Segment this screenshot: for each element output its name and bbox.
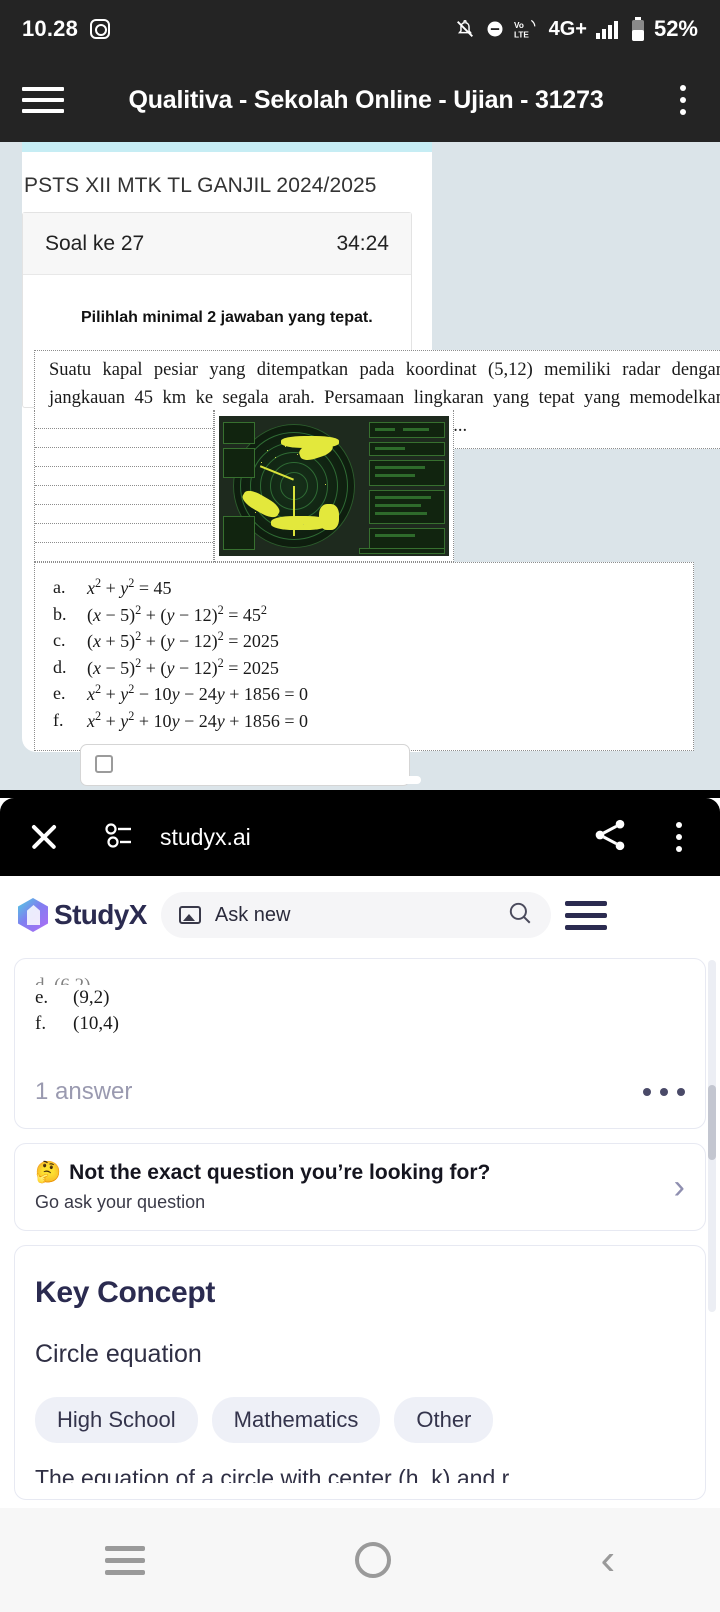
svg-text:LTE: LTE <box>514 31 529 40</box>
option-text: (x − 5)2 + (y − 12)2 = 452 <box>87 602 267 625</box>
android-status-bar: 10.28 Vo LTE 4G+ 52% <box>0 0 720 58</box>
option-label: f. <box>35 1012 47 1034</box>
ask-new-search-bar[interactable]: Ask new <box>160 892 551 938</box>
volte-icon: Vo LTE <box>514 19 536 40</box>
studyx-header: StudyX Ask new <box>0 876 720 954</box>
option-text: (x − 5)2 + (y − 12)2 = 2025 <box>87 655 279 678</box>
image-upload-icon[interactable] <box>178 906 201 924</box>
dnd-icon <box>487 21 503 37</box>
page-scrollbar-thumb[interactable] <box>708 1085 716 1160</box>
page-info-icon[interactable] <box>104 821 138 854</box>
tag-other[interactable]: Other <box>394 1397 494 1444</box>
kebab-menu-icon[interactable] <box>668 85 698 115</box>
android-nav-bar: ‹ <box>0 1508 720 1612</box>
clipped-option-d: d. (6,2) <box>35 973 685 985</box>
studyx-option-e: e. (9,2) <box>35 985 685 1011</box>
exam-option-f[interactable]: f. x2 + y2 + 10y − 24y + 1856 = 0 <box>53 708 693 735</box>
chrome-custom-tab-bar: studyx.ai <box>0 798 720 876</box>
bottom-sheet-drag-handle[interactable] <box>299 776 421 784</box>
studyx-logo-icon <box>18 898 48 932</box>
exam-page: PSTS XII MTK TL GANJIL 2024/2025 Soal ke… <box>0 142 720 790</box>
answer-summary-row: 1 answer <box>35 1078 685 1106</box>
key-concept-name: Circle equation <box>35 1340 202 1369</box>
status-bar-right: Vo LTE 4G+ 52% <box>454 16 698 42</box>
radar-display-image <box>219 415 449 556</box>
hamburger-menu-icon[interactable] <box>564 900 607 930</box>
option-text: (x + 5)2 + (y − 12)2 = 2025 <box>87 629 279 652</box>
signal-bars-icon <box>595 21 618 39</box>
home-circle-icon[interactable] <box>354 1542 391 1578</box>
exam-option-e[interactable]: e. x2 + y2 − 10y − 24y + 1856 = 0 <box>53 681 693 708</box>
instagram-icon <box>90 19 111 39</box>
option-label: c. <box>53 630 66 651</box>
search-icon[interactable] <box>507 900 533 931</box>
studyx-logo[interactable]: StudyX <box>18 898 147 932</box>
battery-icon <box>631 17 644 41</box>
hamburger-menu-icon[interactable] <box>22 87 64 113</box>
option-text: x2 + y2 = 45 <box>87 576 172 598</box>
bell-off-icon <box>456 20 473 37</box>
key-concept-card: Key Concept Circle equation High School … <box>14 1245 706 1501</box>
tag-high-school[interactable]: High School <box>35 1397 198 1444</box>
question-options-snippet: d. (6,2) e. (9,2) f. (10,4) <box>35 973 685 1036</box>
network-type-label: 4G+ <box>548 17 587 40</box>
option-value: (10,4) <box>73 1012 119 1034</box>
key-concept-tags: High School Mathematics Other <box>35 1397 685 1444</box>
option-text: x2 + y2 − 10y − 24y + 1856 = 0 <box>87 682 309 705</box>
not-exact-subtitle: Go ask your question <box>35 1192 206 1213</box>
option-label: b. <box>53 603 67 624</box>
option-text: x2 + y2 + 10y − 24y + 1856 = 0 <box>87 708 309 731</box>
not-exact-title: Not the exact question you’re looking fo… <box>69 1161 491 1185</box>
exam-heading: PSTS XII MTK TL GANJIL 2024/2025 <box>24 174 377 197</box>
battery-percent: 52% <box>653 16 698 41</box>
custom-tab-backdrop <box>0 790 720 798</box>
question-table-blank-cells <box>34 410 214 562</box>
checkbox-icon[interactable] <box>95 755 113 773</box>
soal-header: Soal ke 27 34:24 <box>23 213 411 275</box>
thinking-face-icon: 🤔 <box>35 1161 62 1185</box>
not-exact-text-group: 🤔 Not the exact question you’re looking … <box>35 1161 490 1213</box>
option-value: (9,2) <box>73 987 110 1008</box>
studyx-logo-text: StudyX <box>54 899 147 930</box>
search-input[interactable]: Ask new <box>215 904 493 927</box>
close-icon[interactable] <box>26 819 62 855</box>
status-bar-left: 10.28 <box>22 16 111 42</box>
exam-option-b[interactable]: b. (x − 5)2 + (y − 12)2 = 452 <box>53 602 693 629</box>
question-answer-card: d. (6,2) e. (9,2) f. (10,4) 1 answer <box>14 958 706 1130</box>
studyx-option-f: f. (10,4) <box>35 1011 685 1037</box>
app-title: Qualitiva - Sekolah Online - Ujian - 312… <box>128 85 604 114</box>
back-chevron-icon[interactable]: ‹ <box>600 1537 615 1581</box>
question-figure-cell <box>214 410 454 562</box>
exam-progress-bar <box>22 142 432 152</box>
exam-options-list: a. x2 + y2 = 45 b. (x − 5)2 + (y − 12)2 … <box>34 562 694 752</box>
studyx-page: StudyX Ask new d. (6,2) e. (9,2) <box>0 876 720 1501</box>
key-concept-title: Key Concept <box>35 1276 216 1310</box>
soal-instruction: Pilihlah minimal 2 jawaban yang tepat. <box>81 309 373 326</box>
exam-option-c[interactable]: c. (x + 5)2 + (y − 12)2 = 2025 <box>53 628 693 655</box>
tab-url-label: studyx.ai <box>160 823 251 850</box>
option-label: e. <box>53 683 66 704</box>
recents-icon[interactable] <box>104 1545 145 1575</box>
not-exact-question-card[interactable]: 🤔 Not the exact question you’re looking … <box>14 1143 706 1232</box>
key-concept-body-clipped: The equation of a circle with center (h,… <box>35 1465 528 1484</box>
option-label: d. <box>53 656 67 677</box>
kebab-menu-icon[interactable] <box>664 822 694 852</box>
not-exact-title-row: 🤔 Not the exact question you’re looking … <box>35 1161 490 1185</box>
option-label: f. <box>53 709 64 730</box>
option-label: e. <box>35 987 49 1008</box>
share-icon[interactable] <box>590 815 630 860</box>
exam-option-d[interactable]: d. (x − 5)2 + (y − 12)2 = 2025 <box>53 655 693 682</box>
chevron-right-icon[interactable]: › <box>674 1170 685 1204</box>
app-title-bar: Qualitiva - Sekolah Online - Ujian - 312… <box>0 58 720 142</box>
ellipsis-icon[interactable] <box>643 1088 685 1097</box>
status-clock: 10.28 <box>22 16 79 41</box>
exam-option-a[interactable]: a. x2 + y2 = 45 <box>53 575 693 602</box>
soal-number: Soal ke 27 <box>45 231 145 255</box>
studyx-body: d. (6,2) e. (9,2) f. (10,4) 1 answer 🤔 <box>0 958 720 1501</box>
exam-timer: 34:24 <box>336 231 389 255</box>
option-label: a. <box>53 577 66 597</box>
svg-text:Vo: Vo <box>514 21 524 30</box>
tag-mathematics[interactable]: Mathematics <box>211 1397 381 1444</box>
answer-count-label: 1 answer <box>35 1078 133 1106</box>
